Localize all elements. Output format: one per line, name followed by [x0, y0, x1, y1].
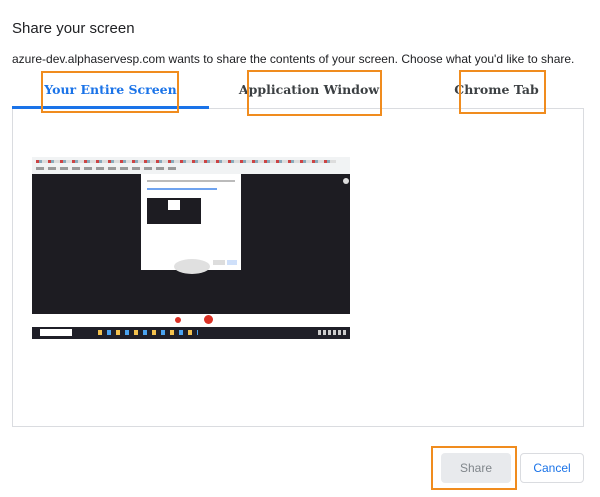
share-button[interactable]: Share: [441, 453, 511, 483]
dialog-title: Share your screen: [12, 20, 135, 37]
thumbnail-avatar-oval: [174, 259, 210, 274]
cancel-button[interactable]: Cancel: [520, 453, 584, 483]
share-screen-dialog: Share your screen azure-dev.alphaservesp…: [0, 0, 600, 497]
thumbnail-mini-dialog: [141, 174, 241, 270]
dialog-subtitle: azure-dev.alphaservesp.com wants to shar…: [12, 52, 575, 66]
source-tabs: Your Entire Screen Application Window Ch…: [12, 70, 584, 109]
tab-entire-screen[interactable]: Your Entire Screen: [12, 70, 209, 108]
tab-chrome-tab[interactable]: Chrome Tab: [409, 70, 584, 108]
entire-screen-thumbnail[interactable]: [32, 157, 350, 339]
tab-application-window[interactable]: Application Window: [209, 70, 409, 108]
thumbnail-taskbar: [32, 327, 350, 339]
thumbnail-browser-bar: [32, 157, 350, 174]
